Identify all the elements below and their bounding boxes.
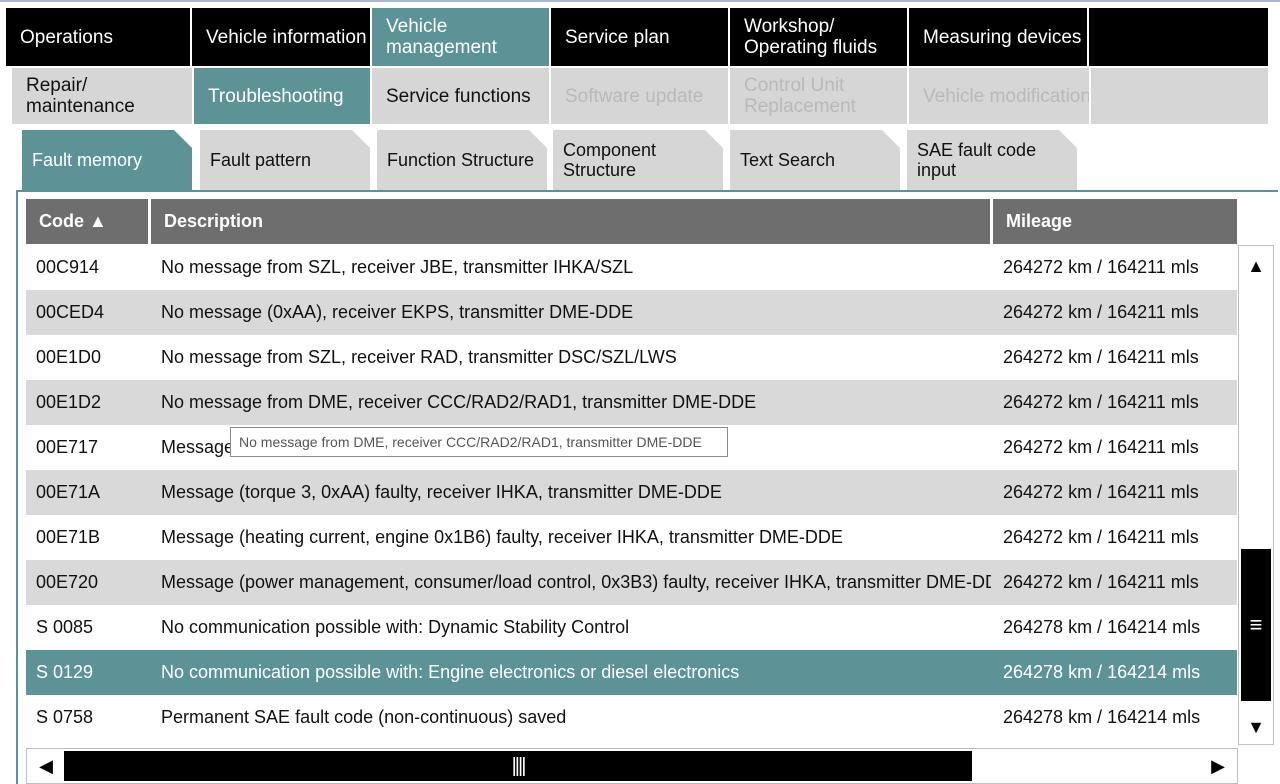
cell-description: No message from SZL, receiver JBE, trans… bbox=[161, 257, 634, 277]
scroll-right-icon[interactable]: ▶ bbox=[1201, 749, 1235, 783]
vertical-scrollbar[interactable]: ▲ ≡ ▼ bbox=[1238, 245, 1274, 745]
cell-code: 00E717 bbox=[36, 437, 99, 457]
subtab-repair-maintenance[interactable]: Repair/ maintenance bbox=[12, 68, 192, 124]
cell-code: S 0085 bbox=[36, 617, 94, 637]
cell-mileage: 264278 km / 164214 mls bbox=[1003, 662, 1201, 682]
cell-mileage: 264272 km / 164211 mls bbox=[1003, 482, 1199, 502]
function-tabs: Fault memory Fault pattern Function Stru… bbox=[16, 128, 1278, 190]
cell-description: No message from SZL, receiver RAD, trans… bbox=[161, 347, 677, 367]
cell-description: No message from DME, receiver CCC/RAD2/R… bbox=[161, 392, 757, 412]
cell-code: 00E1D0 bbox=[36, 347, 102, 367]
table-row[interactable]: S 0758 Permanent SAE fault code (non-con… bbox=[26, 695, 1237, 740]
cell-mileage: 264272 km / 164211 mls bbox=[1003, 347, 1199, 367]
cell-description: Message (power management, consumer/load… bbox=[161, 572, 991, 592]
table-row[interactable]: 00C914 No message from SZL, receiver JBE… bbox=[26, 245, 1237, 290]
table-row[interactable]: 00CED4 No message (0xAA), receiver EKPS,… bbox=[26, 290, 1237, 335]
cell-code: 00CED4 bbox=[36, 302, 105, 322]
cell-code: S 0129 bbox=[36, 662, 94, 682]
tab-vehicle-management[interactable]: Vehicle management bbox=[372, 8, 551, 66]
cell-mileage: 264278 km / 164214 mls bbox=[1003, 617, 1201, 637]
subtab-empty bbox=[1091, 68, 1268, 124]
fault-table-body: 00C914 No message from SZL, receiver JBE… bbox=[26, 245, 1237, 740]
subtab-software-update: Software update bbox=[551, 68, 728, 124]
cell-mileage: 264272 km / 164211 mls bbox=[1003, 572, 1199, 592]
subtab-service-functions[interactable]: Service functions bbox=[372, 68, 549, 124]
cell-code: S 0758 bbox=[36, 707, 94, 727]
subtab-control-unit-replacement: Control Unit Replacement bbox=[730, 68, 907, 124]
column-code[interactable]: Code ▲ bbox=[26, 199, 151, 244]
cell-description: No communication possible with: Engine e… bbox=[161, 662, 740, 682]
table-row[interactable]: 00E1D0 No message from SZL, receiver RAD… bbox=[26, 335, 1237, 380]
subtab-vehicle-modification: Vehicle modification bbox=[909, 68, 1089, 124]
cell-code: 00E71B bbox=[36, 527, 101, 547]
tab-sae-fault-code-input[interactable]: SAE fault code input bbox=[907, 130, 1077, 190]
table-row[interactable]: S 0085 No communication possible with: D… bbox=[26, 605, 1237, 650]
cell-description: No message (0xAA), receiver EKPS, transm… bbox=[161, 302, 634, 322]
cell-code: 00E71A bbox=[36, 482, 101, 502]
tab-vehicle-information[interactable]: Vehicle information bbox=[192, 8, 372, 66]
cell-mileage: 264272 km / 164211 mls bbox=[1003, 527, 1199, 547]
tab-fault-memory[interactable]: Fault memory bbox=[22, 130, 192, 190]
cell-code: 00E1D2 bbox=[36, 392, 102, 412]
tab-empty bbox=[1089, 8, 1268, 66]
tab-service-plan[interactable]: Service plan bbox=[551, 8, 730, 66]
table-row[interactable]: 00E720 Message (power management, consum… bbox=[26, 560, 1237, 605]
cell-mileage: 264272 km / 164211 mls bbox=[1003, 302, 1199, 322]
main-navigation: Operations Vehicle information Vehicle m… bbox=[6, 8, 1268, 66]
vertical-scroll-thumb[interactable]: ≡ bbox=[1241, 549, 1271, 701]
cell-mileage: 264278 km / 164214 mls bbox=[1003, 707, 1201, 727]
tab-fault-pattern[interactable]: Fault pattern bbox=[200, 130, 370, 190]
table-row[interactable]: 00E1D2 No message from DME, receiver CCC… bbox=[26, 380, 1237, 425]
scroll-up-icon[interactable]: ▲ bbox=[1239, 247, 1273, 285]
scroll-down-icon[interactable]: ▼ bbox=[1239, 708, 1273, 746]
window-top-border bbox=[0, 0, 1280, 8]
tab-operations[interactable]: Operations bbox=[6, 8, 192, 66]
cell-code: 00C914 bbox=[36, 257, 100, 277]
table-row[interactable]: 00E71A Message (torque 3, 0xAA) faulty, … bbox=[26, 470, 1237, 515]
horizontal-scroll-thumb[interactable]: |||| bbox=[64, 751, 972, 781]
tab-workshop-operating-fluids[interactable]: Workshop/ Operating fluids bbox=[730, 8, 909, 66]
column-mileage[interactable]: Mileage bbox=[993, 199, 1237, 244]
cell-description: Message (heating current, engine 0x1B6) … bbox=[161, 527, 843, 547]
tab-component-structure[interactable]: Component Structure bbox=[553, 130, 723, 190]
tab-function-structure[interactable]: Function Structure bbox=[377, 130, 547, 190]
subtab-troubleshooting[interactable]: Troubleshooting bbox=[194, 68, 370, 124]
tab-measuring-devices[interactable]: Measuring devices bbox=[909, 8, 1089, 66]
table-row[interactable]: 00E71B Message (heating current, engine … bbox=[26, 515, 1237, 560]
sub-navigation: Repair/ maintenance Troubleshooting Serv… bbox=[6, 66, 1268, 124]
scroll-left-icon[interactable]: ◀ bbox=[29, 749, 63, 783]
tab-text-search[interactable]: Text Search bbox=[730, 130, 900, 190]
column-description[interactable]: Description bbox=[151, 199, 993, 244]
description-tooltip: No message from DME, receiver CCC/RAD2/R… bbox=[230, 427, 728, 457]
cell-mileage: 264272 km / 164211 mls bbox=[1003, 437, 1199, 457]
cell-description: Permanent SAE fault code (non-continuous… bbox=[161, 707, 567, 727]
cell-description: No communication possible with: Dynamic … bbox=[161, 617, 630, 637]
cell-code: 00E720 bbox=[36, 572, 99, 592]
cell-mileage: 264272 km / 164211 mls bbox=[1003, 257, 1199, 277]
fault-table-header: Code ▲ Description Mileage bbox=[26, 199, 1237, 244]
table-row-selected[interactable]: S 0129 No communication possible with: E… bbox=[26, 650, 1237, 695]
cell-description: Message (torque 3, 0xAA) faulty, receive… bbox=[161, 482, 722, 502]
cell-mileage: 264272 km / 164211 mls bbox=[1003, 392, 1199, 412]
horizontal-scrollbar[interactable]: ◀ |||| ▶ bbox=[26, 748, 1238, 784]
